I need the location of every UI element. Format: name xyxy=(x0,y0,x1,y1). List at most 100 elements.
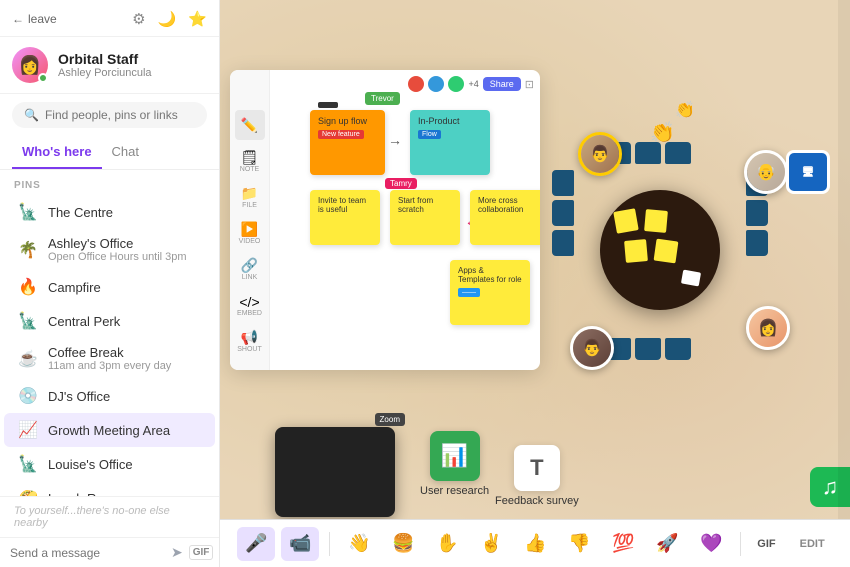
shout-icon: 📢 xyxy=(241,329,258,346)
search-input[interactable] xyxy=(45,108,195,122)
peace-button[interactable]: ✌️ xyxy=(472,527,510,561)
edit-toolbar-button[interactable]: EDIT xyxy=(792,534,833,554)
sticky-note-signup-flow[interactable]: Sign up flow New feature xyxy=(310,110,385,175)
chair-right-bot xyxy=(746,230,768,256)
pin-item-coffee-break[interactable]: ☕ Coffee Break 11am and 3pm every day xyxy=(4,338,215,379)
video-icon: ▶️ xyxy=(241,221,258,238)
pin-text: Campfire xyxy=(48,280,201,295)
file-tool[interactable]: 📁 FILE xyxy=(235,182,265,212)
table-paper xyxy=(681,270,701,287)
rocket-icon: 🚀 xyxy=(656,533,678,554)
thumbsdown-icon: 👎 xyxy=(568,533,590,554)
person-avatar-3: 👩 xyxy=(746,306,790,350)
tab-whos-here[interactable]: Who's here xyxy=(12,136,102,169)
person-face-3: 👩 xyxy=(749,309,787,347)
pin-name: Ashley's Office xyxy=(48,236,201,251)
share-button[interactable]: Share xyxy=(483,77,521,91)
sticky-note-start-scratch[interactable]: Start from scratch xyxy=(390,190,460,245)
embed-tool[interactable]: </> EMBED xyxy=(235,290,265,320)
flow-arrow: → xyxy=(388,132,402,148)
camera-icon: 📹 xyxy=(289,533,311,554)
pin-item-ashleys-office[interactable]: 🌴 Ashley's Office Open Office Hours unti… xyxy=(4,229,215,270)
header-icons: ⚙ 🌙 ⭐ xyxy=(132,10,207,28)
chair-bot-center xyxy=(635,338,661,360)
pin-item-campfire[interactable]: 🔥 Campfire xyxy=(4,270,215,304)
mic-icon: 🎤 xyxy=(245,533,267,554)
search-bar[interactable]: 🔍 xyxy=(12,102,207,128)
pin-item-djs-office[interactable]: 💿 DJ's Office xyxy=(4,379,215,413)
whiteboard-content: +4 Share ⊡ Trevor Sign up flow New featu… xyxy=(270,70,540,370)
sticky-tag-blue: —— xyxy=(458,288,480,297)
file-icon: 📁 xyxy=(241,185,258,202)
message-input[interactable] xyxy=(10,546,165,560)
chair-top-center xyxy=(635,142,661,164)
growth-meeting-icon: 📈 xyxy=(18,420,38,440)
pin-item-growth-meeting-area[interactable]: 📈 Growth Meeting Area xyxy=(4,413,215,447)
avatar: 👩 xyxy=(12,47,48,83)
louises-office-icon: 🗽 xyxy=(18,454,38,474)
hundred-button[interactable]: 💯 xyxy=(604,527,642,561)
coffee-break-icon: ☕ xyxy=(18,349,38,369)
pin-item-lunch-room[interactable]: 🌮 Lunch Room xyxy=(4,481,215,496)
wave-button[interactable]: 👋 xyxy=(340,527,378,561)
the-centre-icon: 🗽 xyxy=(18,202,38,222)
sidebar-header: ← leave ⚙ 🌙 ⭐ xyxy=(0,0,219,37)
thumbsup-button[interactable]: 👍 xyxy=(516,527,554,561)
file-tool-label: FILE xyxy=(242,202,257,209)
bottom-toolbar: 🎤 📹 👋 🍔 ✋ ✌️ 👍 👎 💯 🚀 xyxy=(220,519,850,567)
pin-name: DJ's Office xyxy=(48,389,201,404)
sticky-note-invite[interactable]: Invite to team is useful xyxy=(310,190,380,245)
send-button[interactable]: ➤ xyxy=(171,544,183,561)
pin-item-the-centre[interactable]: 🗽 The Centre xyxy=(4,195,215,229)
sticky-text: Start from scratch xyxy=(398,196,433,214)
whiteboard-close-icon[interactable]: ⊡ xyxy=(525,78,534,91)
feedback-survey-file[interactable]: T Feedback survey xyxy=(495,445,579,507)
pin-item-louises-office[interactable]: 🗽 Louise's Office xyxy=(4,447,215,481)
sticky-tag: New feature xyxy=(318,130,364,139)
person-face-4: 👨 xyxy=(573,329,611,367)
gif-toolbar-button[interactable]: GIF xyxy=(751,534,781,554)
chair-right-mid xyxy=(746,200,768,226)
gif-button[interactable]: GIF xyxy=(189,545,214,560)
camera-button[interactable]: 📹 xyxy=(281,527,319,561)
mic-button[interactable]: 🎤 xyxy=(237,527,275,561)
heart-button[interactable]: 💜 xyxy=(692,527,730,561)
tab-chat[interactable]: Chat xyxy=(102,136,149,169)
online-status-indicator xyxy=(38,73,48,83)
hand-button[interactable]: ✋ xyxy=(428,527,466,561)
user-research-label: User research xyxy=(420,485,489,497)
video-tool-label: VIDEO xyxy=(239,238,261,245)
note-tool[interactable]: 🗒 NOTE xyxy=(235,146,265,176)
shout-tool[interactable]: 📢 SHOUT xyxy=(235,326,265,356)
sticky-note-collaboration[interactable]: More cross collaboration xyxy=(470,190,540,245)
draw-tool[interactable]: ✏️ xyxy=(235,110,265,140)
lunch-room-icon: 🌮 xyxy=(18,488,38,496)
profile-section: 👩 Orbital Staff Ashley Porciuncula xyxy=(0,37,219,94)
link-tool[interactable]: 🔗 LINK xyxy=(235,254,265,284)
burger-button[interactable]: 🍔 xyxy=(384,527,422,561)
moon-icon[interactable]: 🌙 xyxy=(158,10,177,28)
pin-text: Louise's Office xyxy=(48,457,201,472)
nearby-status: To yourself...there's no-one else nearby xyxy=(0,496,219,537)
settings-icon[interactable]: ⚙ xyxy=(132,10,145,28)
thumbsdown-button[interactable]: 👎 xyxy=(560,527,598,561)
rocket-button[interactable]: 🚀 xyxy=(648,527,686,561)
video-tool[interactable]: ▶️ VIDEO xyxy=(235,218,265,248)
whiteboard[interactable]: ✏️ 🗒 NOTE 📁 FILE ▶️ VIDEO 🔗 LINK </> EMB… xyxy=(230,70,540,370)
sidebar: ← leave ⚙ 🌙 ⭐ 👩 Orbital Staff Ashley Por… xyxy=(0,0,220,567)
pin-item-central-perk[interactable]: 🗽 Central Perk xyxy=(4,304,215,338)
pin-text: DJ's Office xyxy=(48,389,201,404)
trevor-tag: Trevor xyxy=(365,92,400,105)
sticky-note-templates[interactable]: Apps & Templates for role —— xyxy=(450,260,530,325)
user-research-icon: 📊 xyxy=(430,431,480,481)
scroll-indicator[interactable] xyxy=(838,0,850,519)
hand-icon: ✋ xyxy=(436,533,458,554)
back-button[interactable]: ← leave xyxy=(12,12,57,26)
whiteboard-left-tools: ✏️ 🗒 NOTE 📁 FILE ▶️ VIDEO 🔗 LINK </> EMB… xyxy=(230,70,270,370)
sticky-note-in-product[interactable]: In-Product Flow xyxy=(410,110,490,175)
user-research-file[interactable]: 📊 User research xyxy=(420,431,489,497)
star-icon[interactable]: ⭐ xyxy=(188,10,207,28)
campfire-icon: 🔥 xyxy=(18,277,38,297)
chair-left-mid xyxy=(552,200,574,226)
link-tool-label: LINK xyxy=(242,274,258,281)
